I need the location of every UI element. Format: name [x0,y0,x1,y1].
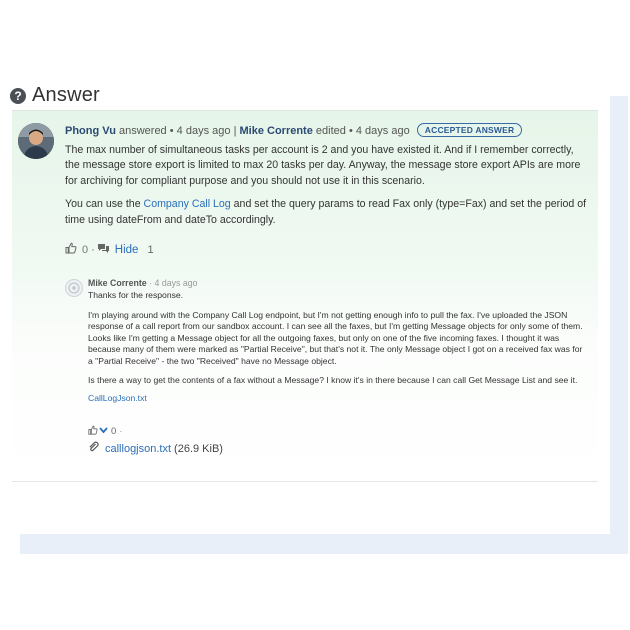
answer-heading: ? Answer [10,84,100,107]
comment-trailing-dot: · [119,426,123,437]
chevron-down-icon[interactable] [99,426,108,437]
accepted-answer-badge: ACCEPTED ANSWER [416,123,523,137]
answer-paragraph-2-start: You can use the [65,198,141,211]
attachment-file-link[interactable]: calllogjson.txt [105,443,171,455]
comment-avatar[interactable] [65,279,83,297]
answer-paragraph-1: The max number of simultaneous tasks per… [65,144,581,187]
answered-label: answered [118,125,167,137]
comment-attachment-link[interactable]: CallLogJson.txt [88,393,584,405]
meta-separator: | [233,125,237,137]
like-count: 0 [82,243,89,256]
answer-paragraph-2: You can use the Company Call Log and set… [65,197,587,228]
avatar[interactable] [18,123,54,159]
comment-count: 1 [147,243,154,256]
answer-body: The max number of simultaneous tasks per… [65,143,587,236]
bullet: • [348,125,353,137]
answer-author-link[interactable]: Phong Vu [65,125,116,137]
answer-actions: 0 · Hide 1 [65,242,154,257]
answer-meta: Phong Vu answered • 4 days ago | Mike Co… [65,123,523,137]
attachment-row: calllogjson.txt (26.9 KiB) [88,441,223,456]
comment-meta: Mike Corrente · 4 days ago [88,278,198,288]
comment-paragraph-2: Is there a way to get the contents of a … [88,374,578,385]
hide-comments-link[interactable]: Hide [115,244,139,256]
edited-label: edited [315,125,346,137]
question-circle-icon: ? [10,87,26,104]
bullet-dot: · [91,243,95,256]
paperclip-icon [88,441,99,456]
comment-time: · 4 days ago [149,278,198,288]
accepted-answer-panel: Phong Vu answered • 4 days ago | Mike Co… [12,110,598,482]
panel-shadow-right [610,96,628,534]
edited-time: 4 days ago [355,125,410,137]
company-call-log-link[interactable]: Company Call Log [144,198,231,210]
thumbs-up-icon[interactable] [88,425,98,438]
bullet: • [169,125,174,137]
comment-body: Thanks for the response. I'm playing aro… [88,290,584,412]
comment-author-link[interactable]: Mike Corrente [88,278,147,288]
attachment-size: (26.9 KiB) [174,442,223,455]
thumbs-up-icon[interactable] [65,242,77,257]
editor-link[interactable]: Mike Corrente [239,125,312,137]
comment-actions: 0 · [88,425,122,438]
panel-shadow-bottom [20,534,628,554]
comment-paragraph-1: I'm playing around with the Company Call… [88,309,583,366]
answer-heading-title: Answer [32,84,100,106]
answered-time: 4 days ago [176,125,231,137]
comment-vote-count: 0 [111,426,117,437]
comment-line-1: Thanks for the response. [88,290,184,300]
comments-icon [97,243,110,257]
